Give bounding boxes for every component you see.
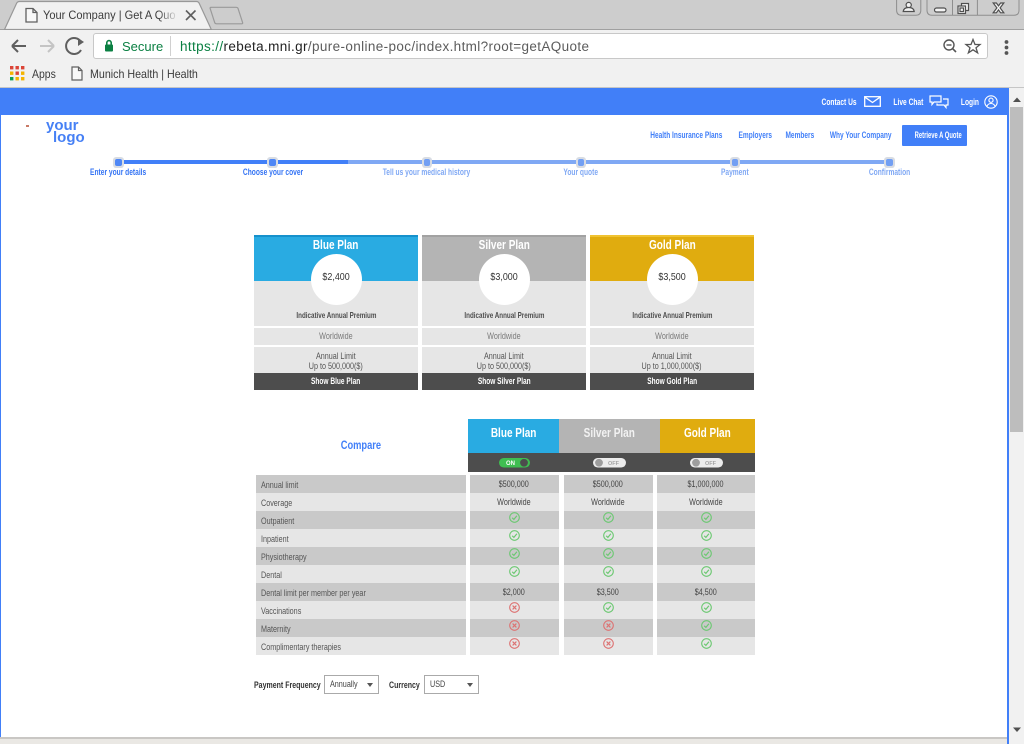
svg-text:ON: ON: [506, 461, 515, 467]
svg-text:OFF: OFF: [608, 461, 620, 467]
svg-text:OFF: OFF: [705, 461, 717, 467]
